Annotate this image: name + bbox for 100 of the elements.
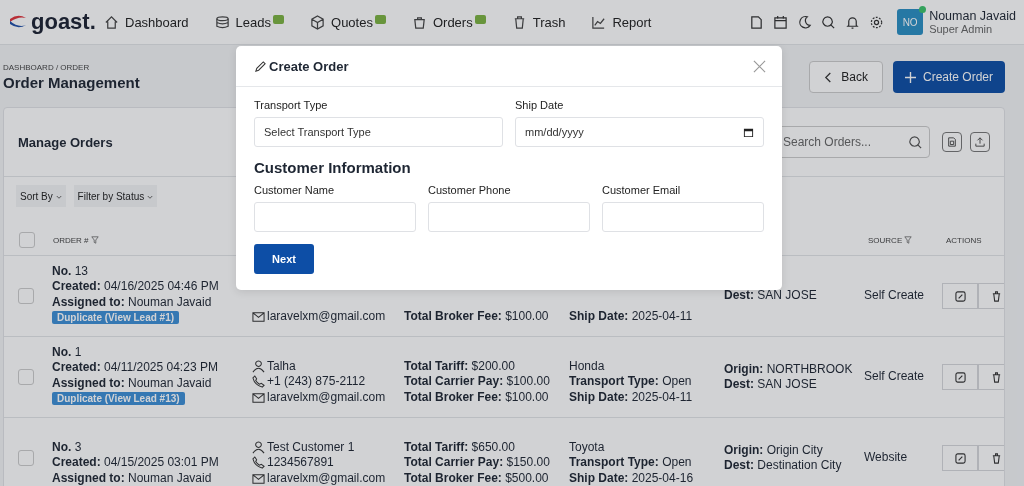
edit-button[interactable] [942,283,978,309]
input-field[interactable] [428,202,590,232]
person-icon [252,359,265,373]
delete-button[interactable] [978,445,1004,471]
database-icon [214,14,230,30]
nav-link[interactable]: Leads [214,14,285,30]
nav-link[interactable]: Orders [411,14,486,30]
excel-export-button[interactable] [942,132,962,152]
date-field[interactable]: mm/dd/yyyy [515,117,764,147]
edit-button[interactable] [942,364,978,390]
route-detail: Dest: Destination City [724,458,843,474]
chevron-left-icon [824,71,834,83]
input-field[interactable] [602,202,764,232]
search-icon[interactable] [821,14,837,30]
edit-icon [954,371,966,383]
delete-button[interactable] [978,364,1004,390]
transport-type-select[interactable]: Select Transport Type [254,117,503,147]
filter-icon [90,236,99,244]
back-button[interactable]: Back [809,61,883,93]
create-order-button[interactable]: Create Order [892,61,1005,93]
price-detail: Total Carrier Pay: $150.00 [404,455,551,471]
close-icon[interactable] [753,59,766,73]
upload-icon [975,137,985,147]
mail-icon [252,471,265,485]
bell-icon[interactable] [845,14,861,30]
order-detail: Created: 04/11/2025 04:23 PM [52,360,219,376]
settings-icon[interactable] [869,14,885,30]
customer-detail: laravelxm@gmail.com [252,470,404,486]
column-header[interactable]: ORDER # [53,235,99,245]
customer-detail: laravelxm@gmail.com [252,389,404,405]
dialog-title: Create Order [269,58,349,74]
order-detail: Assigned to: Nouman Javaid [52,470,213,486]
edit-icon [954,290,966,302]
nav-link[interactable]: Dashboard [104,14,189,30]
delete-button[interactable] [978,283,1004,309]
order-detail: No. 3 [52,439,83,455]
customer-detail: Talha [252,358,404,374]
nav-link[interactable]: Trash [511,14,566,30]
chart-icon [591,14,607,30]
price-detail: Total Carrier Pay: $100.00 [404,374,551,390]
section-heading: Customer Information [254,159,412,176]
customer-detail: laravelxm@gmail.com [252,308,404,324]
customer-detail: 1234567891 [252,455,404,471]
price-detail: Total Broker Fee: $500.00 [404,470,550,486]
price-detail: Total Broker Fee: $100.00 [404,308,550,324]
vehicle-detail: Ship Date: 2025-04-11 [569,308,694,324]
price-detail: Total Tariff: $650.00 [404,439,516,455]
input-field[interactable] [254,202,416,232]
search-icon [908,134,923,150]
edit-icon [954,452,966,464]
user-role: Super Admin [929,23,994,35]
breadcrumb: DASHBOARD / ORDER [3,63,91,72]
column-header[interactable]: SOURCE [868,235,946,245]
filter-icon [904,236,913,244]
order-detail: Created: 04/15/2025 03:01 PM [52,455,220,471]
select-all-checkbox[interactable] [19,232,35,248]
caret-icon [147,194,154,200]
field-label: Transport Type [254,99,329,111]
phone-icon [252,375,265,389]
order-detail: Assigned to: Nouman Javaid [52,294,213,310]
trash-icon [990,371,1002,383]
moon-icon[interactable] [797,14,813,30]
filter-dropdown[interactable]: Filter by Status [73,185,158,207]
price-detail: Total Tariff: $200.00 [404,358,516,374]
logo-text: goast. [31,9,96,35]
source-text: Self Create [864,369,926,385]
vehicle-detail: Transport Type: Open [569,455,693,471]
filter-dropdown[interactable]: Sort By [16,185,66,207]
document-icon[interactable] [749,14,765,30]
calendar-icon [743,126,754,138]
order-detail: Assigned to: Nouman Javaid [52,375,213,391]
next-button[interactable]: Next [254,244,314,274]
source-text: Self Create [864,288,926,304]
mail-icon [252,390,265,404]
row-checkbox[interactable] [18,450,34,466]
order-detail: No. 13 [52,263,90,279]
order-detail: Created: 04/16/2025 04:46 PM [52,279,220,295]
route-detail: Dest: SAN JOSE [724,377,818,393]
upload-button[interactable] [970,132,990,152]
source-text: Website [864,450,909,466]
nav-link[interactable]: Quotes [310,14,386,30]
row-checkbox[interactable] [18,369,34,385]
user-name: Nouman Javaid [929,9,1016,23]
trash-icon [990,290,1002,302]
field-label: Customer Name [254,184,336,196]
route-detail: Origin: NORTHBROOK [724,361,854,377]
customer-detail: +1 (243) 875-2112 [252,374,404,390]
cube-icon [310,14,326,30]
calendar-icon[interactable] [773,14,789,30]
page-title: Order Management [3,74,140,91]
spreadsheet-icon [947,137,957,147]
edit-button[interactable] [942,445,978,471]
order-detail: No. 1 [52,344,83,360]
route-detail: Origin: Origin City [724,442,824,458]
nav-link[interactable]: Report [591,14,652,30]
row-checkbox[interactable] [18,288,34,304]
vehicle-detail: Honda [569,358,606,374]
home-icon [104,14,119,30]
mail-icon [252,309,265,323]
phone-icon [252,456,265,470]
